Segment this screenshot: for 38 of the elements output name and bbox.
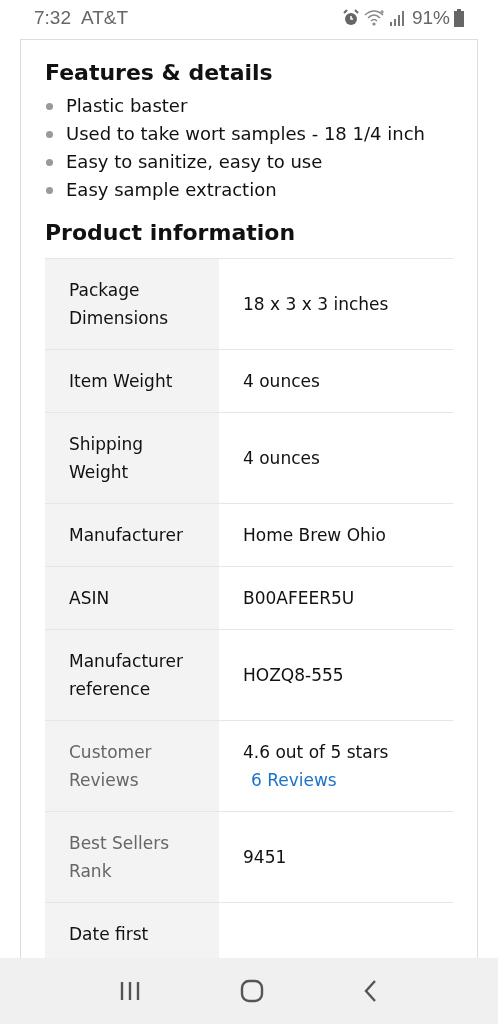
bullet-icon bbox=[46, 158, 53, 166]
row-label: Item Weight bbox=[69, 371, 173, 391]
row-label: Manufacturer bbox=[69, 525, 183, 545]
bullet-icon bbox=[46, 130, 53, 138]
feature-text: Easy to sanitize, easy to use bbox=[66, 150, 323, 174]
row-label: ASIN bbox=[69, 588, 110, 608]
status-time: 7:32 bbox=[34, 7, 71, 29]
row-label: Shipping Weight bbox=[69, 434, 144, 482]
wifi-icon bbox=[363, 9, 386, 27]
row-label: Date first bbox=[69, 924, 149, 944]
row-label: Package Dimensions bbox=[69, 280, 169, 328]
reviews-link[interactable]: 6 Reviews bbox=[251, 766, 337, 794]
row-value: 9451 bbox=[243, 847, 287, 867]
back-icon[interactable] bbox=[362, 979, 379, 1003]
row-value: 4 ounces bbox=[243, 448, 320, 468]
row-label: Customer Reviews bbox=[69, 742, 152, 790]
row-value: 4 ounces bbox=[243, 371, 320, 391]
row-label: Best Sellers Rank bbox=[69, 833, 170, 881]
section-heading: Features & details bbox=[45, 59, 274, 87]
feature-text: Easy sample extraction bbox=[66, 178, 277, 202]
feature-text: Used to take wort samples - 18 1/4 inch bbox=[66, 122, 425, 146]
battery-icon bbox=[454, 9, 464, 27]
row-value: HOZQ8-555 bbox=[243, 665, 344, 685]
bullet-icon bbox=[46, 186, 53, 194]
feature-text: Plastic baster bbox=[66, 94, 188, 118]
row-value: B00AFEER5U bbox=[243, 588, 355, 608]
row-value: Home Brew Ohio bbox=[243, 525, 386, 545]
row-value: 4.6 out of 5 stars bbox=[243, 742, 389, 762]
row-value: 18 x 3 x 3 inches bbox=[243, 294, 389, 314]
row-label: Manufacturer reference bbox=[69, 651, 183, 699]
carrier-name: AT&T bbox=[81, 7, 129, 29]
section-heading: Product information bbox=[45, 219, 297, 247]
battery-percent: 91% bbox=[411, 7, 450, 29]
alarm-icon bbox=[341, 9, 360, 27]
signal-icon bbox=[389, 10, 404, 26]
home-icon[interactable] bbox=[240, 979, 264, 1003]
recent-apps-icon[interactable] bbox=[119, 980, 142, 1002]
bullet-icon bbox=[46, 102, 53, 110]
